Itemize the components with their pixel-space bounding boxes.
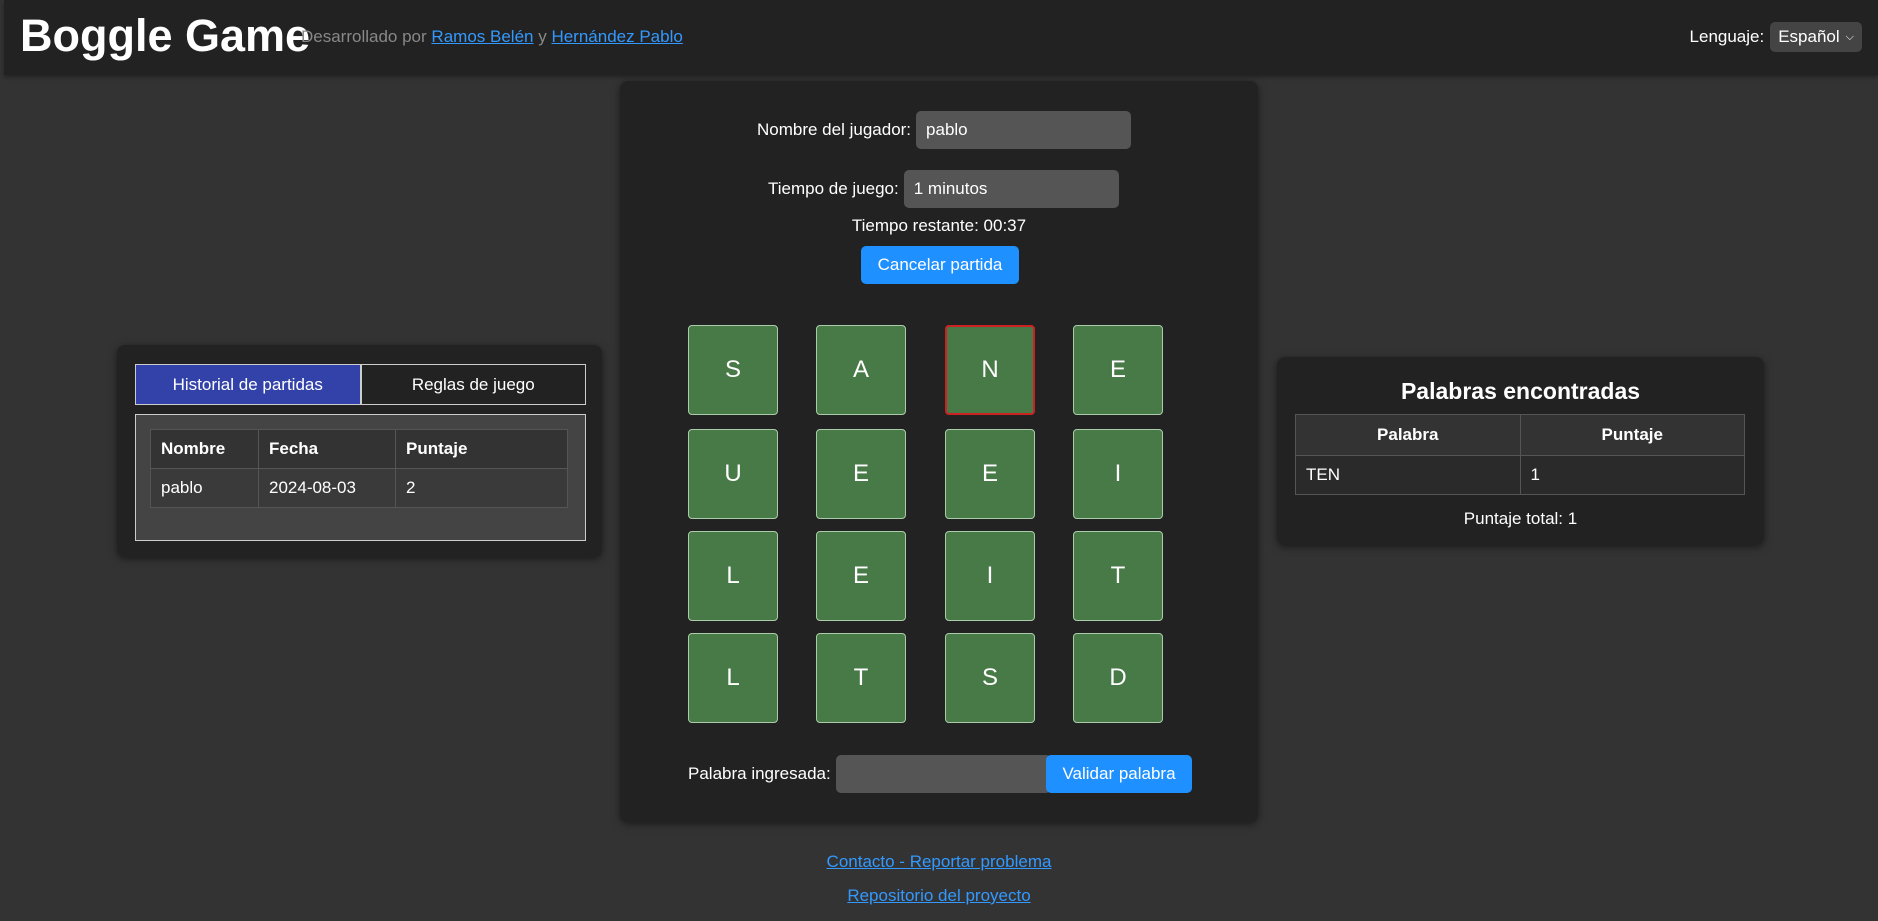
found-words-title: Palabras encontradas — [1400, 378, 1641, 404]
table-header-row: Nombre Fecha Puntaje — [150, 429, 568, 469]
cancel-game-button[interactable]: Cancelar partida — [861, 246, 1019, 284]
word-label: Palabra ingresada: — [688, 764, 831, 783]
board-cell[interactable]: E — [816, 531, 906, 621]
board-cell[interactable]: S — [945, 633, 1035, 723]
board-cell[interactable]: L — [688, 633, 778, 723]
repository-link[interactable]: Repositorio del proyecto — [0, 886, 1878, 906]
found-words-panel: Palabras encontradas Palabra Puntaje TEN… — [1277, 357, 1764, 545]
board-cell[interactable]: U — [688, 429, 778, 519]
cell-date: 2024-08-03 — [258, 468, 396, 508]
history-content: Nombre Fecha Puntaje pablo 2024-08-03 2 — [135, 414, 586, 541]
credits-prefix: Desarrollado por — [301, 27, 427, 46]
player-row: Nombre del jugador: pablo — [757, 111, 1132, 149]
table-row: pablo 2024-08-03 2 — [150, 468, 568, 508]
tab-rules[interactable]: Reglas de juego — [360, 364, 586, 405]
app-title: Boggle Game — [20, 10, 311, 61]
author-link-hernandez[interactable]: Hernández Pablo — [551, 27, 682, 46]
cell-score: 2 — [395, 468, 568, 508]
time-label: Tiempo de juego: — [768, 179, 899, 198]
cell-word: TEN — [1295, 455, 1521, 495]
language-label: Lenguaje: — [1689, 27, 1765, 46]
board-cell[interactable]: E — [1073, 325, 1163, 415]
history-table: Nombre Fecha Puntaje pablo 2024-08-03 2 — [150, 429, 568, 508]
history-tabs: Historial de partidas Reglas de juego — [135, 364, 586, 405]
board-cell[interactable]: A — [816, 325, 906, 415]
column-header-date: Fecha — [258, 429, 396, 469]
board-cell[interactable]: S — [688, 325, 778, 415]
board-cell[interactable]: T — [816, 633, 906, 723]
found-words-table: Palabra Puntaje TEN 1 — [1295, 414, 1745, 495]
word-row: Palabra ingresada: — [688, 755, 1051, 793]
board-cell[interactable]: D — [1073, 633, 1163, 723]
header-bar: Boggle Game Desarrollado por Ramos Belén… — [4, 0, 1878, 75]
game-panel: Nombre del jugador: pablo Tiempo de jueg… — [620, 81, 1258, 822]
player-label: Nombre del jugador: — [757, 120, 912, 139]
board-cell[interactable]: I — [945, 531, 1035, 621]
column-header-name: Nombre — [150, 429, 259, 469]
board-cell-selected[interactable]: N — [945, 325, 1035, 415]
board-cell[interactable]: E — [945, 429, 1035, 519]
player-name-input[interactable]: pablo — [916, 111, 1132, 149]
table-row: TEN 1 — [1295, 455, 1745, 495]
credits-join: y — [538, 27, 547, 46]
board-cell[interactable]: E — [816, 429, 906, 519]
tab-history[interactable]: Historial de partidas — [135, 364, 361, 405]
contact-link[interactable]: Contacto - Reportar problema — [0, 852, 1878, 872]
language-value: Español — [1778, 27, 1840, 46]
table-header-row: Palabra Puntaje — [1295, 414, 1745, 456]
column-header-score: Puntaje — [1519, 414, 1745, 456]
history-panel: Historial de partidas Reglas de juego No… — [117, 345, 602, 557]
word-input[interactable] — [835, 755, 1051, 793]
validate-word-button[interactable]: Validar palabra — [1046, 755, 1192, 793]
chevron-down-icon: ⌵ — [1845, 30, 1854, 43]
board-cell[interactable]: T — [1073, 531, 1163, 621]
game-time-select[interactable]: 1 minutos — [903, 170, 1119, 208]
column-header-score: Puntaje — [395, 429, 568, 469]
board-cell[interactable]: I — [1073, 429, 1163, 519]
time-remaining: Tiempo restante: 00:37 — [851, 216, 1027, 235]
cell-score: 1 — [1519, 455, 1745, 495]
author-link-ramos[interactable]: Ramos Belén — [431, 27, 533, 46]
board-cell[interactable]: L — [688, 531, 778, 621]
developer-credits: Desarrollado por Ramos Belén y Hernández… — [301, 27, 683, 47]
total-score: Puntaje total: 1 — [1463, 509, 1578, 528]
cell-name: pablo — [150, 468, 259, 508]
language-select[interactable]: Español ⌵ — [1770, 22, 1862, 52]
time-row: Tiempo de juego: 1 minutos — [768, 170, 1119, 208]
language-selector: Lenguaje: Español ⌵ — [1690, 22, 1862, 52]
column-header-word: Palabra — [1295, 414, 1521, 456]
